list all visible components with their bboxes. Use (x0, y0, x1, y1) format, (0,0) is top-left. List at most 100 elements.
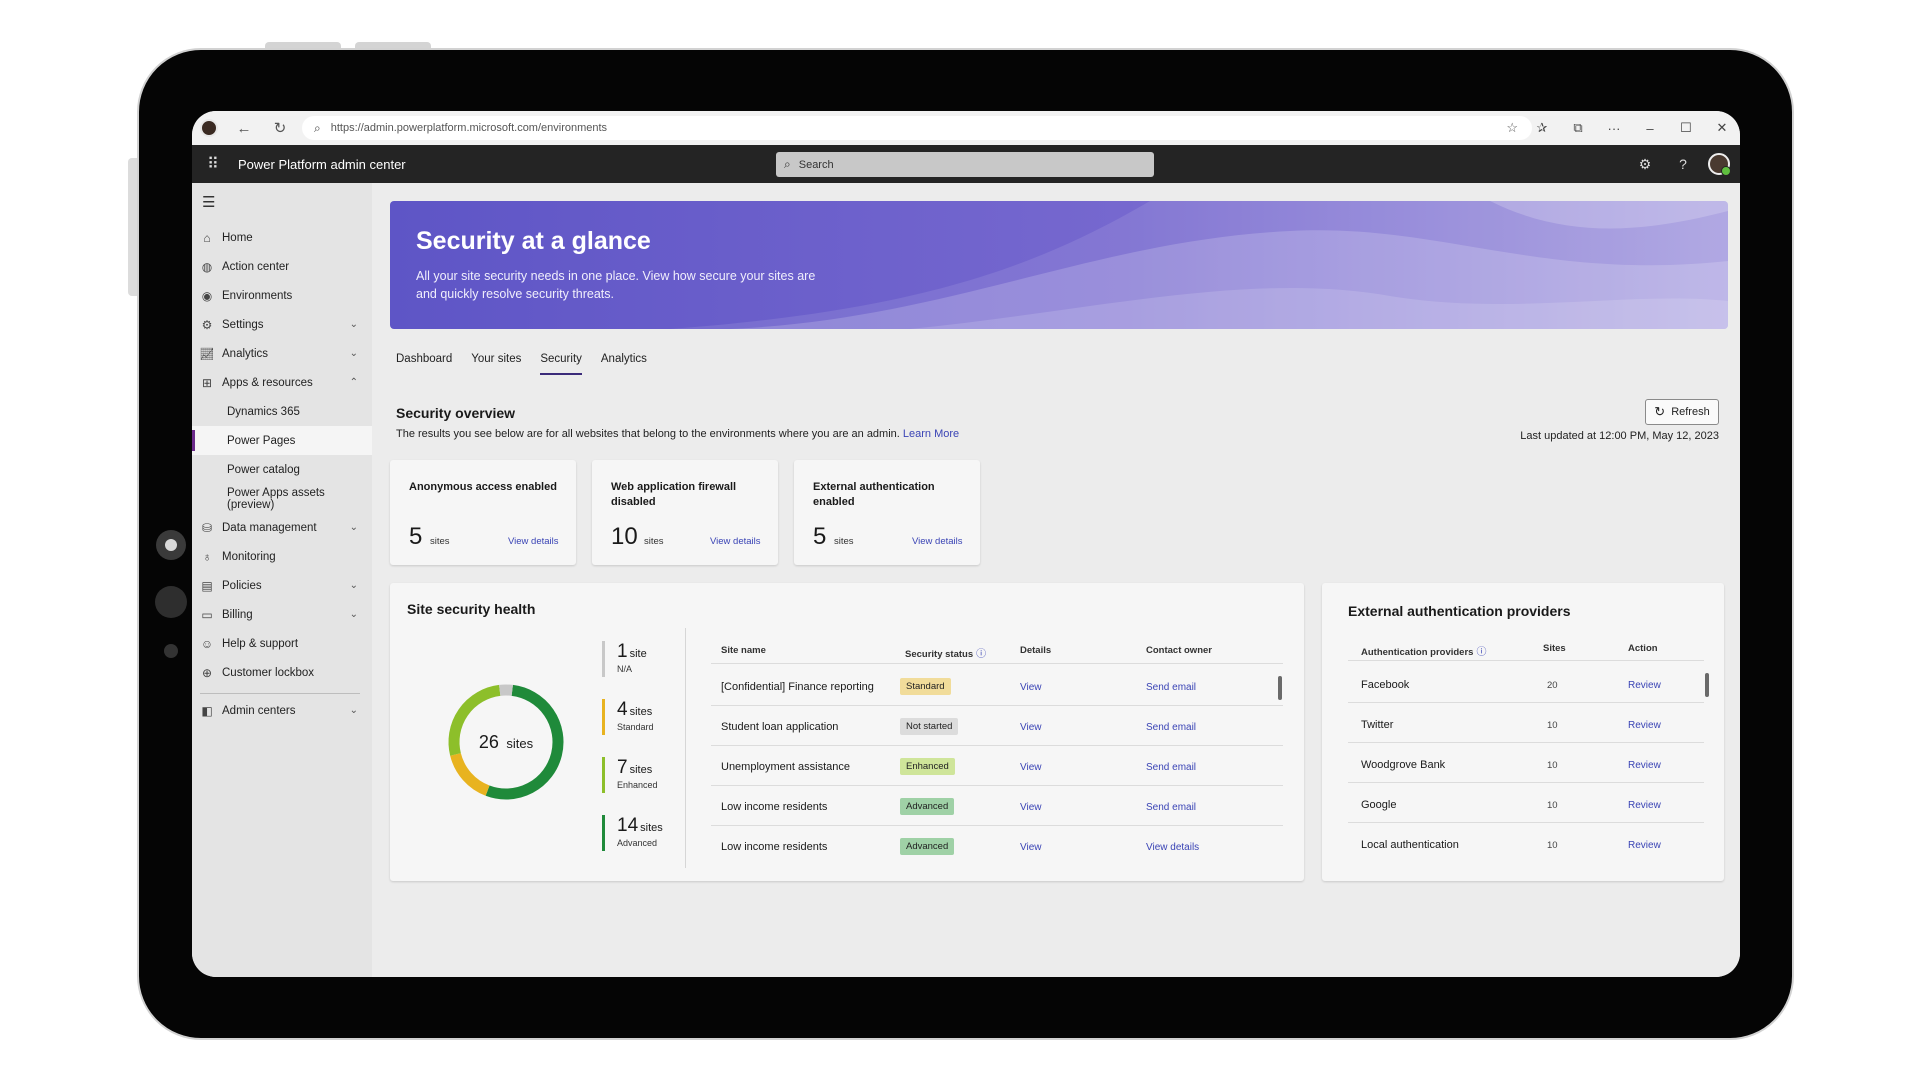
status-badge: Advanced (900, 838, 955, 855)
contact-owner-link[interactable]: Send email (1146, 722, 1196, 733)
legend-label: Advanced (617, 838, 658, 848)
view-link[interactable]: View (1020, 842, 1042, 853)
view-link[interactable]: View (1020, 762, 1042, 773)
external-auth-card: External authentication enabled 5 sites … (794, 460, 980, 565)
search-box[interactable]: ⌕ Search (776, 152, 1154, 177)
tab-your-sites[interactable]: Your sites (471, 353, 521, 375)
sidebar-item-label: Admin centers (222, 704, 296, 717)
review-link[interactable]: Review (1628, 840, 1661, 851)
info-icon[interactable]: ⓘ (1476, 647, 1486, 658)
user-avatar[interactable] (1708, 153, 1731, 176)
sidebar-item-settings[interactable]: ⚙ Settings ⌄ (192, 310, 372, 339)
review-link[interactable]: Review (1628, 680, 1661, 691)
provider-sites-cell: 10 (1547, 800, 1558, 811)
card-unit: sites (834, 536, 854, 547)
sidebar-item-environments[interactable]: ◉ Environments (192, 281, 372, 310)
maximize-icon[interactable]: ☐ (1668, 120, 1704, 136)
tab-analytics[interactable]: Analytics (601, 353, 647, 375)
view-link[interactable]: View (1020, 802, 1042, 813)
provider-sites-cell: 10 (1547, 840, 1558, 851)
provider-name-cell: Local authentication (1361, 839, 1459, 851)
card-unit: sites (644, 536, 664, 547)
favorite-star-icon[interactable]: ☆ (1506, 120, 1518, 136)
sidebar-item-dynamics-365[interactable]: Dynamics 365 (192, 397, 372, 426)
security-donut-chart: 26 sites (448, 684, 564, 800)
provider-name-cell: Twitter (1361, 719, 1394, 731)
header-divider (1348, 660, 1704, 661)
sidebar-item-power-apps-assets[interactable]: Power Apps assets (preview) (192, 484, 372, 513)
sidebar-item-analytics[interactable]: 📈︎ Analytics ⌄ (192, 339, 372, 368)
sidebar-item-billing[interactable]: ▭ Billing ⌄ (192, 600, 372, 629)
legend-na: 1 site N/A (602, 641, 647, 677)
learn-more-link[interactable]: Learn More (903, 428, 959, 440)
view-link[interactable]: View (1020, 722, 1042, 733)
row-divider (711, 825, 1283, 826)
sidebar-item-apps-resources[interactable]: ⊞ Apps & resources ⌃ (192, 368, 372, 397)
col-security-status-label: Security status (905, 649, 974, 660)
app-title[interactable]: Power Platform admin center (238, 157, 406, 172)
address-bar[interactable]: ⌕ https://admin.powerplatform.microsoft.… (302, 116, 1532, 140)
panel-divider (685, 628, 686, 868)
help-icon[interactable]: ? (1664, 156, 1702, 172)
sidebar-item-monitoring[interactable]: ♁ Monitoring (192, 542, 372, 571)
view-details-link[interactable]: View details (912, 536, 963, 547)
contact-owner-link[interactable]: Send email (1146, 682, 1196, 693)
browser-profile-avatar[interactable] (200, 119, 218, 137)
app-launcher-icon[interactable]: ⠿ (198, 154, 228, 174)
sidebar-item-help-support[interactable]: ☺ Help & support (192, 629, 372, 658)
sidebar-item-customer-lockbox[interactable]: ⊕ Customer lockbox (192, 658, 372, 687)
donut-total-unit: sites (506, 736, 533, 751)
collections-icon[interactable]: ⧉ (1560, 120, 1596, 136)
hero-banner: Security at a glance All your site secur… (390, 201, 1728, 329)
browser-controls: ✰ ⧉ ··· – ☐ ✕ (1524, 111, 1740, 145)
sidebar-item-power-catalog[interactable]: Power catalog (192, 455, 372, 484)
sidebar-item-data-management[interactable]: ⛁ Data management ⌄ (192, 513, 372, 542)
minimize-icon[interactable]: – (1632, 121, 1668, 136)
sidebar-item-policies[interactable]: ▤ Policies ⌄ (192, 571, 372, 600)
view-details-link[interactable]: View details (508, 536, 559, 547)
review-link[interactable]: Review (1628, 760, 1661, 771)
waf-disabled-card: Web application firewall disabled 10 sit… (592, 460, 778, 565)
search-icon: ⌕ (784, 157, 791, 171)
settings-gear-icon[interactable]: ⚙ (1626, 156, 1664, 173)
status-badge: Standard (900, 678, 951, 695)
info-icon[interactable]: ⓘ (976, 649, 986, 660)
reload-icon[interactable]: ↻ (262, 119, 298, 137)
sidebar-item-power-pages[interactable]: Power Pages (192, 426, 372, 455)
back-icon[interactable]: ← (226, 120, 262, 137)
help-icon: ☺ (200, 636, 214, 651)
view-details-link[interactable]: View details (710, 536, 761, 547)
close-icon[interactable]: ✕ (1704, 120, 1740, 136)
view-link[interactable]: View (1020, 682, 1042, 693)
tab-security[interactable]: Security (540, 353, 582, 375)
external-auth-providers-title: External authentication providers (1348, 603, 1571, 619)
contact-owner-link[interactable]: View details (1146, 842, 1199, 853)
card-title: External authentication enabled (813, 481, 935, 508)
security-overview-title: Security overview (396, 405, 516, 421)
hamburger-menu-icon[interactable]: ☰ (202, 193, 215, 211)
status-badge: Not started (900, 718, 959, 735)
sidebar-item-action-center[interactable]: ◍ Action center (192, 252, 372, 281)
review-link[interactable]: Review (1628, 720, 1661, 731)
contact-owner-link[interactable]: Send email (1146, 762, 1196, 773)
main-content: Security at a glance All your site secur… (372, 183, 1740, 977)
sidebar-divider (200, 693, 360, 694)
hero-title: Security at a glance (416, 227, 651, 255)
favorites-icon[interactable]: ✰ (1524, 120, 1560, 136)
refresh-button[interactable]: ↻ Refresh (1645, 399, 1719, 425)
more-icon[interactable]: ··· (1596, 121, 1632, 136)
row-divider (1348, 822, 1704, 823)
sidebar-item-label: Policies (222, 579, 262, 592)
col-details: Details (1020, 645, 1052, 656)
providers-scrollbar[interactable] (1705, 673, 1709, 697)
sidebar-item-home[interactable]: ⌂ Home (192, 223, 372, 252)
table-scrollbar[interactable] (1278, 676, 1282, 700)
sidebar-item-admin-centers[interactable]: ◧ Admin centers ⌄ (192, 696, 372, 725)
site-security-health-panel: Site security health 26 sites 1 site N/A … (390, 583, 1304, 881)
tab-dashboard[interactable]: Dashboard (396, 353, 452, 375)
site-name-cell: Low income residents (721, 841, 828, 853)
review-link[interactable]: Review (1628, 800, 1661, 811)
app-header: ⠿ Power Platform admin center ⌕ Search ⚙… (192, 145, 1740, 183)
contact-owner-link[interactable]: Send email (1146, 802, 1196, 813)
home-icon: ⌂ (203, 230, 211, 245)
